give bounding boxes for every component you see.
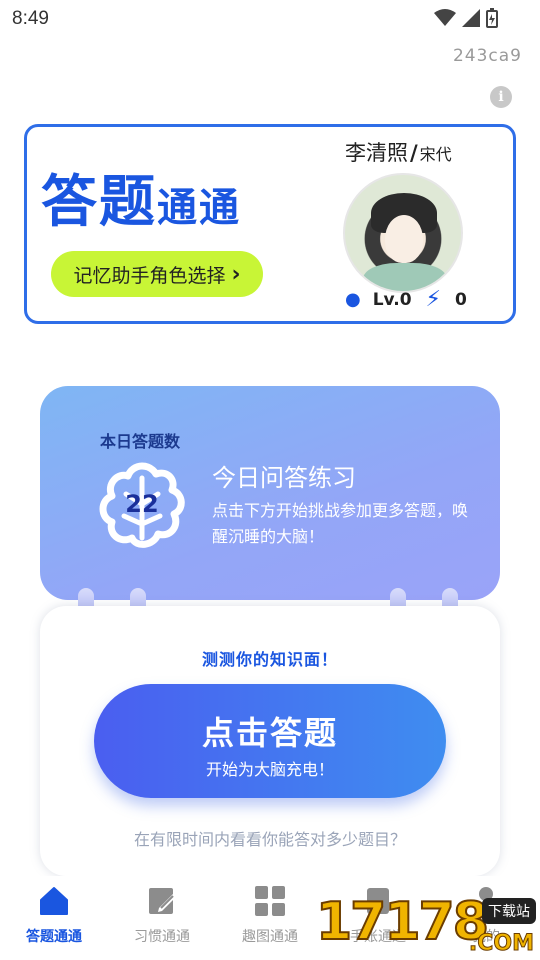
daily-title: 今日问答练习 <box>212 464 356 492</box>
energy-value: 0 <box>455 289 467 310</box>
name-divider: / <box>410 141 418 165</box>
edit-icon <box>149 888 176 914</box>
daily-count-value: 22 <box>125 490 159 518</box>
chevron-right-icon: › <box>231 261 241 287</box>
character-avatar[interactable] <box>343 173 463 293</box>
app-title-main: 答题 <box>41 169 157 235</box>
daily-practice-card: 本日答题数 22 今日问答练习 点击下方开始挑战参加更多答题，唤醒沉睡的大脑！ <box>40 386 500 600</box>
status-time: 8:49 <box>12 8 49 29</box>
lightbulb-icon: ● <box>345 289 361 310</box>
header-card: 答题通通 记忆助手角色选择 › 李清照/宋代 ● Lv.0 ⚡ 0 <box>24 124 516 324</box>
nav-item-pictures[interactable]: 趣图通通 <box>216 884 324 946</box>
watermark-number: 17178 <box>315 891 490 953</box>
daily-count-label: 本日答题数 <box>100 432 181 451</box>
lightning-icon: ⚡ <box>425 287 441 312</box>
home-icon <box>40 887 68 915</box>
role-select-button[interactable]: 记忆助手角色选择 › <box>51 251 263 297</box>
start-quiz-button[interactable]: 点击答题 开始为大脑充电！ <box>94 684 446 798</box>
watermark-suffix: .COM <box>468 931 534 957</box>
character-name: 李清照/宋代 <box>345 137 452 167</box>
character-dynasty: 宋代 <box>419 145 452 164</box>
start-quiz-subtitle: 开始为大脑充电！ <box>205 760 334 779</box>
nav-label: 习惯通通 <box>134 929 190 945</box>
watermark-badge: 下载站 <box>482 898 536 924</box>
nav-label: 趣图通通 <box>242 929 298 945</box>
user-code: 243ca9 <box>452 46 522 66</box>
wifi-icon <box>434 9 456 26</box>
character-name-text: 李清照 <box>345 141 408 165</box>
quiz-card: 测测你的知识面！ 点击答题 开始为大脑充电！ 在有限时间内看看你能答对多少题目？ <box>40 606 500 876</box>
start-quiz-title: 点击答题 <box>201 714 338 752</box>
avatar-face <box>385 215 423 263</box>
nav-label: 答题通通 <box>26 929 82 945</box>
quiz-hint: 在有限时间内看看你能答对多少题目？ <box>133 830 406 849</box>
grid-icon <box>255 886 285 916</box>
role-select-label: 记忆助手角色选择 <box>73 264 226 287</box>
status-bar: 8:49 <box>0 0 540 36</box>
battery-icon <box>486 8 498 28</box>
status-icons <box>434 8 498 28</box>
daily-description: 点击下方开始挑战参加更多答题，唤醒沉睡的大脑！ <box>212 501 469 546</box>
quiz-subtitle: 测测你的知识面！ <box>201 650 338 669</box>
nav-item-quiz[interactable]: 答题通通 <box>0 884 108 946</box>
nav-item-habit[interactable]: 习惯通通 <box>108 884 216 946</box>
level-value: Lv.0 <box>372 289 412 310</box>
info-icon[interactable]: i <box>490 86 512 108</box>
character-stats: ● Lv.0 ⚡ 0 <box>345 287 467 312</box>
signal-icon <box>462 9 480 27</box>
app-title: 答题通通 <box>41 157 241 238</box>
watermark-logo: 17178 下载站 .COM <box>315 891 540 960</box>
app-title-sub: 通通 <box>157 184 241 231</box>
